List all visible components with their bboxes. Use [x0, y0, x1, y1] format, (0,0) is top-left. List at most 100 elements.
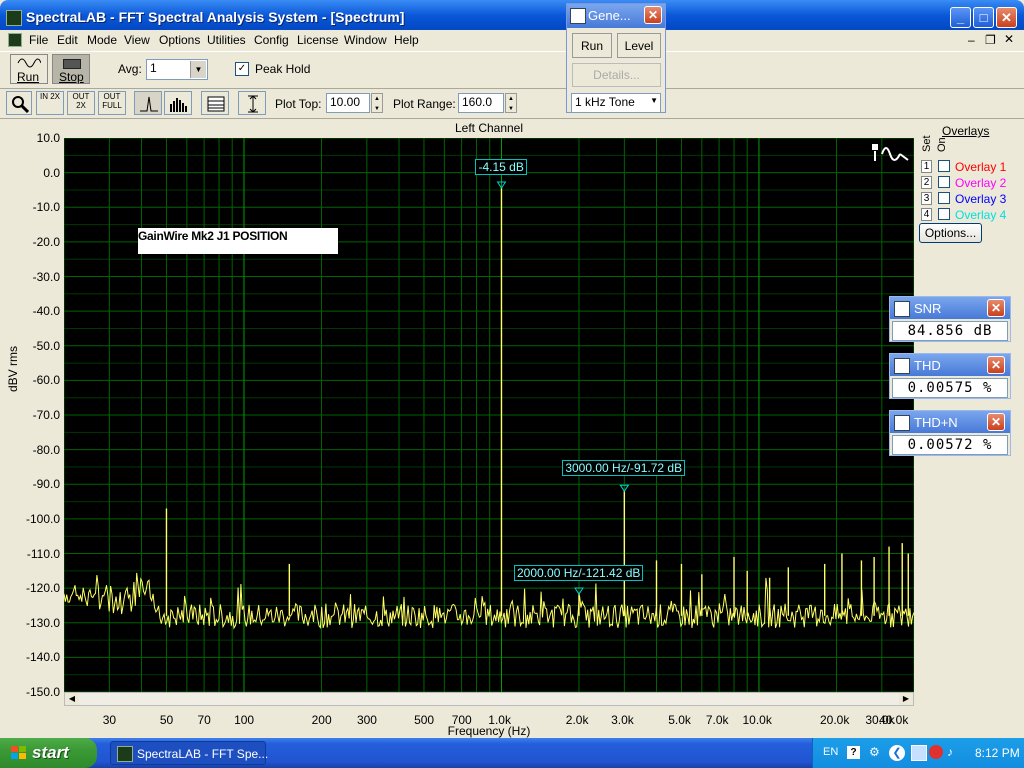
window-title: SpectraLAB - FFT Spectral Analysis Syste… [26, 9, 405, 25]
stop-button[interactable]: Stop [52, 54, 90, 84]
meter-close-button[interactable]: ✕ [987, 413, 1005, 431]
app-icon[interactable] [6, 10, 22, 26]
marker-label[interactable]: 3000.00 Hz/-91.72 dB [562, 460, 686, 477]
close-button[interactable]: ✕ [996, 7, 1017, 28]
chevron-down-icon[interactable]: ▼ [190, 61, 206, 78]
overlay-label: Overlay 3 [955, 192, 1007, 206]
overlay-set-button[interactable]: 3 [921, 192, 932, 205]
generator-details-button[interactable]: Details... [572, 63, 661, 87]
y-tick-label: 10.0 [36, 131, 60, 145]
mdi-close-button[interactable]: ✕ [1004, 32, 1014, 46]
overlay-on-checkbox[interactable] [938, 160, 950, 172]
menu-utilities[interactable]: Utilities [207, 33, 246, 47]
avg-select[interactable]: 1 ▼ [146, 59, 208, 80]
overlay-on-checkbox[interactable] [938, 192, 950, 204]
plot-range-label: Plot Range: [393, 97, 456, 111]
meter-titlebar[interactable]: THD+N ✕ [890, 411, 1010, 433]
minimize-button[interactable]: _ [950, 7, 971, 28]
menu-config[interactable]: Config [254, 33, 289, 47]
meter-title: THD [914, 358, 941, 373]
meter-value: 0.00572 % [892, 435, 1008, 455]
peak-hold-checkbox[interactable]: ✓ [235, 62, 249, 76]
overlay-options-button[interactable]: Options... [919, 223, 982, 243]
overlay-label: Overlay 1 [955, 160, 1007, 174]
menu-window[interactable]: Window [344, 33, 387, 47]
plot-annotation[interactable]: GainWire Mk2 J1 POSITION [138, 228, 338, 254]
tools-icon[interactable]: ⚙ [869, 745, 880, 759]
generator-run-button[interactable]: Run [572, 33, 612, 58]
scroll-right-icon[interactable]: ▶ [899, 693, 913, 705]
marker-label[interactable]: -4.15 dB [475, 158, 527, 175]
meter-thd-n: THD+N ✕ 0.00572 % [889, 410, 1011, 456]
generator-level-button[interactable]: Level [617, 33, 661, 58]
meter-title: THD+N [914, 415, 958, 430]
title-bar: SpectraLAB - FFT Spectral Analysis Syste… [0, 0, 1024, 34]
menu-help[interactable]: Help [394, 33, 419, 47]
line-spectrum-icon [140, 96, 158, 112]
zoom-out-2x-button[interactable]: OUT 2X [67, 91, 95, 115]
menu-mode[interactable]: Mode [87, 33, 117, 47]
overlay-set-button[interactable]: 2 [921, 176, 932, 189]
plot-range-spinner[interactable]: ▲ ▼ [505, 93, 517, 113]
bar-mode-button[interactable] [164, 91, 192, 115]
meter-snr: SNR ✕ 84.856 dB [889, 296, 1011, 342]
clock: 8:12 PM [975, 746, 1020, 760]
plot-range-input[interactable]: 160.0 [458, 93, 504, 113]
menu-file[interactable]: File [29, 33, 48, 47]
table-view-button[interactable] [201, 91, 229, 115]
marker-label[interactable]: 2000.00 Hz/-121.42 dB [513, 565, 644, 582]
plot-top-spinner[interactable]: ▲ ▼ [371, 93, 383, 113]
speaker-icon[interactable]: ♪ [947, 745, 953, 759]
on-label: On [936, 137, 948, 152]
overlay-on-checkbox[interactable] [938, 176, 950, 188]
generator-titlebar[interactable]: Gene... ✕ [567, 4, 665, 28]
tray-expand-icon[interactable]: ❮ [889, 745, 905, 761]
network-icon[interactable] [911, 745, 927, 761]
generator-signal-select[interactable]: 1 kHz Tone ▼ [571, 93, 661, 113]
magnifier-icon [12, 96, 29, 113]
meter-close-button[interactable]: ✕ [987, 356, 1005, 374]
overlay-on-checkbox[interactable] [938, 208, 950, 220]
waveform-icon [872, 144, 909, 161]
plot-mode-indicator [870, 142, 910, 164]
y-tick-label: -60.0 [32, 373, 60, 388]
y-tick-label: -20.0 [32, 234, 60, 249]
zoom-full-button[interactable]: OUT FULL [98, 91, 126, 115]
menu-edit[interactable]: Edit [57, 33, 78, 47]
line-mode-button[interactable] [134, 91, 162, 115]
plot-top-input[interactable]: 10.00 [326, 93, 370, 113]
language-indicator[interactable]: EN [823, 746, 838, 758]
zoom-tool-button[interactable] [6, 91, 32, 115]
spectralab-icon [117, 746, 133, 762]
overlay-set-button[interactable]: 4 [921, 208, 932, 221]
scale-button[interactable] [238, 91, 266, 115]
meter-titlebar[interactable]: THD ✕ [890, 354, 1010, 376]
menu-license[interactable]: License [297, 33, 338, 47]
maximize-button[interactable]: □ [973, 7, 994, 28]
run-button[interactable]: Run [10, 54, 48, 84]
shield-icon[interactable] [929, 745, 943, 759]
horizontal-scrollbar[interactable]: ◀ ▶ [64, 692, 914, 706]
menu-view[interactable]: View [124, 33, 150, 47]
zoom-in-2x-button[interactable]: IN 2X [36, 91, 64, 115]
help-icon[interactable]: ? [847, 746, 860, 759]
start-button[interactable]: start [0, 738, 97, 768]
scroll-left-icon[interactable]: ◀ [65, 693, 79, 705]
taskbar-app-button[interactable]: SpectraLAB - FFT Spe... [110, 741, 269, 765]
generator-close-button[interactable]: ✕ [644, 6, 662, 24]
peak-hold-label: Peak Hold [255, 62, 311, 76]
chevron-down-icon[interactable]: ▼ [650, 96, 658, 105]
document-icon[interactable] [8, 33, 22, 47]
spectrum-plot[interactable] [64, 138, 914, 692]
zoom-in-label: IN 2X [39, 92, 60, 101]
mdi-minimize-button[interactable]: – [968, 33, 975, 47]
meter-icon [894, 358, 910, 374]
meter-close-button[interactable]: ✕ [987, 299, 1005, 317]
taskbar-app-label: SpectraLAB - FFT Spe... [137, 747, 269, 761]
overlay-set-button[interactable]: 1 [921, 160, 932, 173]
zoom-out-label: OUT 2X [72, 92, 90, 110]
mdi-restore-button[interactable]: ❐ [985, 33, 996, 47]
menu-options[interactable]: Options [159, 33, 200, 47]
plot-top-label: Plot Top: [275, 97, 322, 111]
meter-titlebar[interactable]: SNR ✕ [890, 297, 1010, 319]
